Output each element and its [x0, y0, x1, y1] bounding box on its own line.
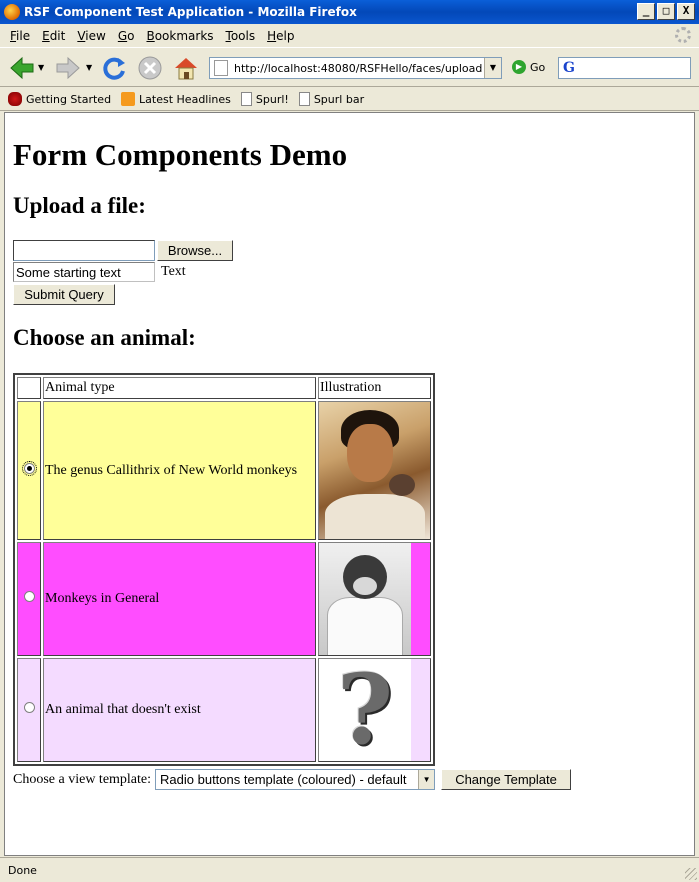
- menu-go[interactable]: Go: [112, 29, 141, 43]
- status-bar: Done: [0, 857, 699, 882]
- minimize-button[interactable]: _: [637, 3, 655, 20]
- browse-button[interactable]: Browse...: [157, 240, 233, 261]
- illustration-cell: [318, 401, 431, 540]
- menu-bookmarks[interactable]: Bookmarks: [140, 29, 219, 43]
- throbber-icon: [675, 27, 691, 43]
- animal-type-cell: An animal that doesn't exist: [43, 658, 316, 762]
- animal-table: Animal type Illustration The genus Calli…: [13, 373, 435, 766]
- window-title-bar: RSF Component Test Application - Mozilla…: [0, 0, 699, 24]
- firefox-icon: [4, 4, 20, 20]
- search-box[interactable]: G: [558, 57, 691, 79]
- rss-icon: [121, 92, 136, 106]
- menu-view[interactable]: View: [71, 29, 111, 43]
- template-selected-value: Radio buttons template (coloured) - defa…: [160, 772, 407, 787]
- go-arrow-icon: ▶: [512, 60, 526, 74]
- animal-type-cell: Monkeys in General: [43, 542, 316, 656]
- text-field-row: Text: [13, 262, 186, 282]
- bookmark-getting-started[interactable]: Getting Started: [8, 92, 111, 106]
- template-select[interactable]: Radio buttons template (coloured) - defa…: [155, 769, 436, 790]
- table-row: An animal that doesn't exist ?: [17, 658, 431, 762]
- text-input[interactable]: [13, 262, 155, 282]
- file-upload-row: Browse...: [13, 240, 233, 261]
- animal-radio-monkeys[interactable]: [23, 591, 35, 602]
- baby-monkey-image: [319, 543, 411, 655]
- menu-tools[interactable]: Tools: [220, 29, 262, 43]
- window-title: RSF Component Test Application - Mozilla…: [24, 5, 357, 19]
- reload-icon[interactable]: [100, 54, 128, 82]
- go-button[interactable]: ▶ Go: [512, 60, 545, 74]
- bookmark-spurl[interactable]: Spurl!: [240, 92, 289, 106]
- bookmarks-toolbar: Getting Started Latest Headlines Spurl! …: [0, 88, 699, 111]
- table-row: The genus Callithrix of New World monkey…: [17, 401, 431, 540]
- home-icon[interactable]: [172, 54, 200, 82]
- back-arrow-icon[interactable]: [8, 54, 36, 82]
- menu-help[interactable]: Help: [261, 29, 300, 43]
- question-mark-image: ?: [319, 659, 411, 761]
- template-label: Choose a view template:: [13, 771, 152, 787]
- forward-arrow-icon[interactable]: [54, 54, 82, 82]
- girl-with-monkey-image: [319, 402, 430, 539]
- change-template-button[interactable]: Change Template: [441, 769, 572, 790]
- back-dropdown-icon[interactable]: ▼: [38, 63, 48, 73]
- page-icon: [240, 92, 252, 106]
- table-row: Monkeys in General: [17, 542, 431, 656]
- status-text: Done: [8, 863, 37, 877]
- radio-cell: [17, 401, 41, 540]
- upload-heading: Upload a file:: [13, 193, 146, 218]
- submit-query-button[interactable]: Submit Query: [13, 284, 115, 305]
- chevron-down-icon[interactable]: ▼: [418, 770, 435, 789]
- animal-heading: Choose an animal:: [13, 325, 196, 350]
- header-cell-animal-type: Animal type: [43, 377, 316, 399]
- menu-bar: File Edit View Go Bookmarks Tools Help: [0, 25, 699, 46]
- page-content: Form Components Demo Upload a file: Brow…: [4, 112, 695, 856]
- menu-file[interactable]: File: [4, 29, 36, 43]
- google-search-icon: G: [563, 60, 575, 76]
- illustration-cell: [318, 542, 431, 656]
- page-icon: [298, 92, 310, 106]
- resize-grip-icon[interactable]: [685, 868, 697, 880]
- window-controls: _ □ X: [637, 3, 695, 20]
- url-input[interactable]: [234, 61, 482, 75]
- menu-edit[interactable]: Edit: [36, 29, 71, 43]
- bookmark-latest-headlines[interactable]: Latest Headlines: [121, 92, 231, 106]
- illustration-cell: ?: [318, 658, 431, 762]
- radio-cell: [17, 658, 41, 762]
- address-bar[interactable]: ▼: [209, 57, 502, 79]
- animal-radio-nonexistent[interactable]: [23, 702, 35, 713]
- header-cell-select: [17, 377, 41, 399]
- animal-type-cell: The genus Callithrix of New World monkey…: [43, 401, 316, 540]
- firefox-icon: [8, 92, 22, 106]
- page-icon: [214, 60, 228, 76]
- url-dropdown-icon[interactable]: ▼: [484, 58, 501, 78]
- close-button[interactable]: X: [677, 3, 695, 20]
- text-label: Text: [161, 264, 186, 279]
- maximize-button[interactable]: □: [657, 3, 675, 20]
- header-cell-illustration: Illustration: [318, 377, 431, 399]
- table-header-row: Animal type Illustration: [17, 377, 431, 399]
- file-path-input[interactable]: [13, 240, 155, 261]
- stop-icon[interactable]: [136, 54, 164, 82]
- page-title: Form Components Demo: [13, 137, 348, 172]
- forward-dropdown-icon[interactable]: ▼: [86, 63, 96, 73]
- bookmark-spurl-bar[interactable]: Spurl bar: [298, 92, 364, 106]
- radio-cell: [17, 542, 41, 656]
- navigation-toolbar: ▼ ▼ ▼ ▶ Go G: [0, 47, 699, 87]
- template-chooser-row: Choose a view template: Radio buttons te…: [13, 769, 572, 790]
- animal-radio-callithrix[interactable]: [21, 460, 37, 476]
